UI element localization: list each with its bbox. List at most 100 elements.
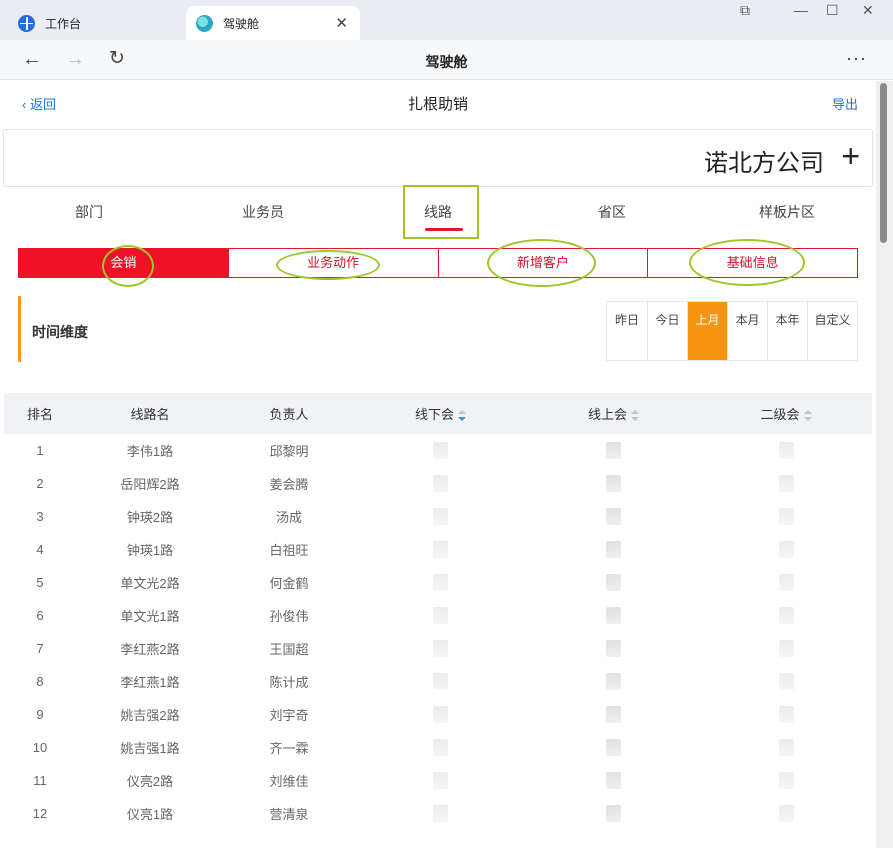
- cell-rank: 10: [32, 740, 48, 755]
- more-menu-icon[interactable]: ···: [846, 48, 867, 69]
- page-content: ‹ 返回 扎根助销 导出 诺北方公司 + 部门 业务员 线路 省区 样板片区 会…: [0, 81, 876, 848]
- cell-online-meeting: [527, 442, 700, 460]
- cell-secondary-meeting: [700, 706, 872, 724]
- cell-secondary-meeting: [700, 508, 872, 526]
- table-row[interactable]: 1 李伟1路 邱黎明: [4, 434, 872, 467]
- cell-secondary-meeting: [700, 772, 872, 790]
- tab-sample-area[interactable]: 样板片区: [737, 202, 837, 222]
- redacted-value: [778, 805, 794, 823]
- section-accent-bar: [18, 296, 21, 362]
- table-header: 排名 线路名 负责人 线下会 线上会 二级会: [4, 393, 872, 434]
- redacted-value: [433, 706, 448, 724]
- cell-owner: 齐一霖: [269, 741, 309, 756]
- redacted-value: [606, 607, 621, 625]
- cell-offline-meeting: [354, 706, 527, 724]
- minimize-icon[interactable]: —: [794, 2, 808, 18]
- cell-offline-meeting: [354, 475, 527, 493]
- cell-offline-meeting: [354, 574, 527, 592]
- table-row[interactable]: 4 钟瑛1路 白祖旺: [4, 533, 872, 566]
- redacted-value: [778, 607, 794, 625]
- header-online-meeting[interactable]: 线上会: [527, 404, 700, 423]
- sort-icon[interactable]: [803, 409, 812, 422]
- cell-route: 单文光2路: [120, 576, 180, 591]
- table-row[interactable]: 11 仪亮2路 刘维佳: [4, 764, 872, 797]
- tab-cockpit-label: 驾驶舱: [223, 16, 260, 31]
- redacted-value: [433, 772, 448, 790]
- tab-salesperson[interactable]: 业务员: [213, 202, 313, 222]
- browser-titlebar: 工作台 驾驶舱 ✕ ⧉ — ☐ ✕: [0, 0, 893, 40]
- header-secondary-meeting-label: 二级会: [760, 407, 800, 422]
- header-owner: 负责人: [269, 407, 309, 422]
- cell-route: 李伟1路: [126, 444, 174, 459]
- table-row[interactable]: 9 姚吉强2路 刘宇奇: [4, 698, 872, 731]
- cell-online-meeting: [527, 508, 700, 526]
- plus-icon[interactable]: +: [841, 135, 860, 177]
- cell-online-meeting: [527, 607, 700, 625]
- redacted-value: [606, 508, 621, 526]
- cell-secondary-meeting: [700, 739, 872, 757]
- scrollbar[interactable]: [876, 81, 893, 848]
- header-online-meeting-label: 线上会: [587, 407, 627, 422]
- cell-online-meeting: [527, 541, 700, 559]
- sort-icon[interactable]: [458, 409, 466, 422]
- period-yesterday[interactable]: 昨日: [607, 302, 647, 360]
- cell-owner: 邱黎明: [269, 444, 309, 459]
- table-row[interactable]: 7 李红燕2路 王国超: [4, 632, 872, 665]
- tab-workbench[interactable]: 工作台: [0, 6, 182, 40]
- redacted-value: [778, 475, 794, 493]
- header-offline-meeting[interactable]: 线下会: [354, 404, 527, 423]
- header-rank: 排名: [26, 407, 53, 422]
- period-this-year[interactable]: 本年: [767, 302, 807, 360]
- cell-offline-meeting: [354, 640, 527, 658]
- cell-offline-meeting: [354, 508, 527, 526]
- cell-owner: 刘宇奇: [269, 708, 309, 723]
- cell-rank: 8: [36, 674, 44, 689]
- close-window-icon[interactable]: ✕: [862, 2, 874, 19]
- table-row[interactable]: 2 岳阳辉2路 姜会腾: [4, 467, 872, 500]
- cell-secondary-meeting: [700, 541, 872, 559]
- period-last-month[interactable]: 上月: [687, 302, 727, 360]
- period-today[interactable]: 今日: [647, 302, 687, 360]
- table-row[interactable]: 12 仪亮1路 营清泉: [4, 797, 872, 830]
- cell-owner: 营清泉: [269, 807, 309, 822]
- tab-close-icon[interactable]: ✕: [335, 14, 348, 32]
- tab-province[interactable]: 省区: [562, 202, 662, 222]
- period-this-month[interactable]: 本月: [727, 302, 767, 360]
- redacted-value: [433, 739, 448, 757]
- table-row[interactable]: 3 钟瑛2路 汤成: [4, 500, 872, 533]
- annotation-oval: [102, 245, 154, 287]
- snap-window-icon[interactable]: ⧉: [740, 2, 750, 19]
- company-selector[interactable]: 诺北方公司 +: [3, 129, 873, 187]
- export-link[interactable]: 导出: [832, 94, 858, 113]
- page-title: 扎根助销: [407, 96, 468, 113]
- sort-icon[interactable]: [631, 409, 639, 422]
- cell-secondary-meeting: [700, 607, 872, 625]
- header-secondary-meeting[interactable]: 二级会: [700, 404, 872, 423]
- browser-navbar: ← → ↻ 驾驶舱 ···: [0, 40, 893, 80]
- redacted-value: [606, 673, 621, 691]
- table-row[interactable]: 8 李红燕1路 陈计成: [4, 665, 872, 698]
- redacted-value: [606, 640, 621, 658]
- period-custom[interactable]: 自定义: [807, 302, 857, 360]
- redacted-value: [778, 772, 794, 790]
- redacted-value: [433, 607, 448, 625]
- cell-rank: 2: [36, 476, 44, 491]
- cell-route: 李红燕2路: [120, 642, 180, 657]
- scrollbar-thumb[interactable]: [880, 83, 887, 243]
- tab-department[interactable]: 部门: [39, 202, 139, 222]
- cell-online-meeting: [527, 673, 700, 691]
- cell-online-meeting: [527, 475, 700, 493]
- table-body: 1 李伟1路 邱黎明 2 岳阳辉2路 姜会腾 3 钟瑛2路 汤成 4 钟瑛1路 白祖旺 5 单文光2路 何金…: [4, 434, 872, 830]
- cell-rank: 7: [36, 641, 44, 656]
- redacted-value: [433, 541, 448, 559]
- cell-owner: 王国超: [269, 642, 309, 657]
- cell-owner: 姜会腾: [269, 477, 309, 492]
- table-row[interactable]: 10 姚吉强1路 齐一霖: [4, 731, 872, 764]
- maximize-icon[interactable]: ☐: [826, 2, 839, 19]
- tab-cockpit[interactable]: 驾驶舱 ✕: [186, 6, 360, 40]
- redacted-value: [606, 541, 621, 559]
- route-ranking-table: 排名 线路名 负责人 线下会 线上会 二级会 1 李伟1路 邱黎明 2 岳阳辉2路 姜会腾…: [4, 393, 872, 830]
- cell-route: 仪亮2路: [126, 774, 174, 789]
- table-row[interactable]: 6 单文光1路 孙俊伟: [4, 599, 872, 632]
- table-row[interactable]: 5 单文光2路 何金鹤: [4, 566, 872, 599]
